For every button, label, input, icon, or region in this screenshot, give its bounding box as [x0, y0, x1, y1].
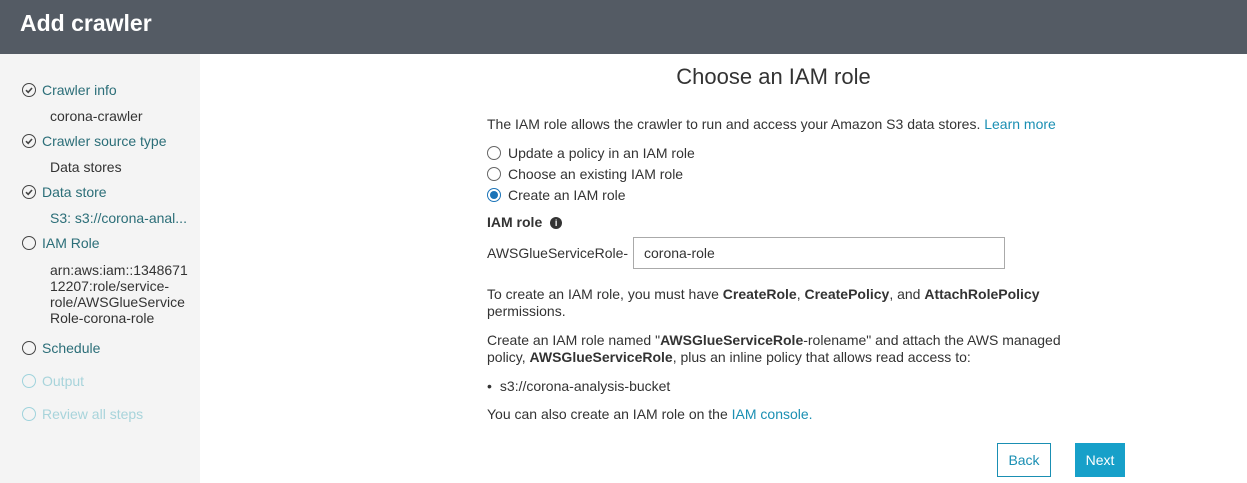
managed-policy-name: AWSGlueServiceRole: [529, 349, 673, 365]
create-role-name: AWSGlueServiceRole: [660, 332, 804, 348]
back-button[interactable]: Back: [997, 443, 1051, 477]
intro-text: The IAM role allows the crawler to run a…: [487, 116, 1056, 132]
create-text: policy,: [487, 349, 530, 365]
bullet-icon: •: [487, 378, 492, 394]
radio-label: Update a policy in an IAM role: [508, 145, 695, 161]
bucket-list-item: • s3://corona-analysis-bucket: [487, 378, 670, 394]
radio-update-policy[interactable]: Update a policy in an IAM role: [487, 145, 695, 161]
empty-circle-icon: [22, 236, 36, 250]
radio-button[interactable]: [487, 146, 501, 160]
step-label: IAM Role: [42, 235, 100, 251]
iam-role-label: IAM role: [487, 214, 543, 230]
empty-circle-icon: [22, 407, 36, 421]
step-detail: S3: s3://corona-anal...: [50, 210, 187, 226]
create-role-text: Create an IAM role named "AWSGlueService…: [487, 332, 1077, 366]
radio-create-role[interactable]: Create an IAM role: [487, 187, 626, 203]
step-detail: Role-corona-role: [50, 310, 155, 326]
perm-attach-role-policy: AttachRolePolicy: [924, 286, 1040, 302]
step-output: Output: [22, 373, 84, 389]
step-review-all-steps: Review all steps: [22, 406, 143, 422]
console-sentence: You can also create an IAM role on the: [487, 406, 732, 422]
check-circle-icon: [22, 83, 36, 97]
main-panel: Choose an IAM role The IAM role allows t…: [200, 54, 1247, 483]
radio-label: Choose an existing IAM role: [508, 166, 684, 182]
step-detail: Data stores: [50, 159, 122, 175]
step-iam-role[interactable]: IAM Role: [22, 235, 100, 251]
step-label: Crawler info: [42, 82, 117, 98]
radio-button[interactable]: [487, 167, 501, 181]
empty-circle-icon: [22, 341, 36, 355]
intro-sentence: The IAM role allows the crawler to run a…: [487, 116, 981, 132]
role-name-input[interactable]: [633, 237, 1005, 269]
radio-label: Create an IAM role: [508, 187, 626, 203]
step-schedule[interactable]: Schedule: [22, 340, 100, 356]
step-crawler-source-type[interactable]: Crawler source type: [22, 133, 167, 149]
section-title: Choose an IAM role: [676, 64, 871, 89]
create-text: -rolename" and attach the AWS managed: [803, 332, 1061, 348]
perm-create-policy: CreatePolicy: [804, 286, 890, 302]
step-detail: corona-crawler: [50, 108, 143, 124]
learn-more-link[interactable]: Learn more: [984, 116, 1056, 132]
empty-circle-icon: [22, 374, 36, 388]
info-icon[interactable]: i: [550, 217, 563, 230]
page-header: Add crawler: [0, 0, 1247, 54]
perm-text: To create an IAM role, you must have: [487, 286, 723, 302]
step-detail: 12207:role/service-: [50, 278, 170, 294]
next-button[interactable]: Next: [1075, 443, 1125, 477]
iam-console-link[interactable]: IAM console.: [732, 406, 813, 422]
step-detail: arn:aws:iam::1348671: [50, 262, 188, 278]
wizard-sidebar: Crawler info corona-crawler Crawler sour…: [0, 54, 200, 483]
radio-choose-existing[interactable]: Choose an existing IAM role: [487, 166, 683, 182]
step-label: Schedule: [42, 340, 101, 356]
step-label: Output: [42, 373, 85, 389]
role-prefix: AWSGlueServiceRole-: [487, 245, 629, 261]
console-text: You can also create an IAM role on the I…: [487, 406, 813, 422]
iam-role-heading: IAM role i: [487, 214, 563, 230]
create-text: , plus an inline policy that allows read…: [672, 349, 971, 365]
step-label: Crawler source type: [42, 133, 167, 149]
radio-button-selected[interactable]: [487, 188, 501, 202]
perm-text: permissions.: [487, 303, 566, 319]
perm-text: , and: [889, 286, 925, 302]
perm-create-role: CreateRole: [722, 286, 797, 302]
step-data-store[interactable]: Data store: [22, 184, 107, 200]
page-title: Add crawler: [20, 10, 152, 36]
step-detail: role/AWSGlueService: [50, 294, 185, 310]
step-crawler-info[interactable]: Crawler info: [22, 82, 117, 98]
bucket-name: s3://corona-analysis-bucket: [499, 378, 671, 394]
step-label: Data store: [42, 184, 107, 200]
step-label: Review all steps: [42, 406, 144, 422]
permissions-text: To create an IAM role, you must have Cre…: [487, 286, 1077, 320]
check-circle-icon: [22, 185, 36, 199]
create-text: Create an IAM role named ": [487, 332, 661, 348]
check-circle-icon: [22, 134, 36, 148]
